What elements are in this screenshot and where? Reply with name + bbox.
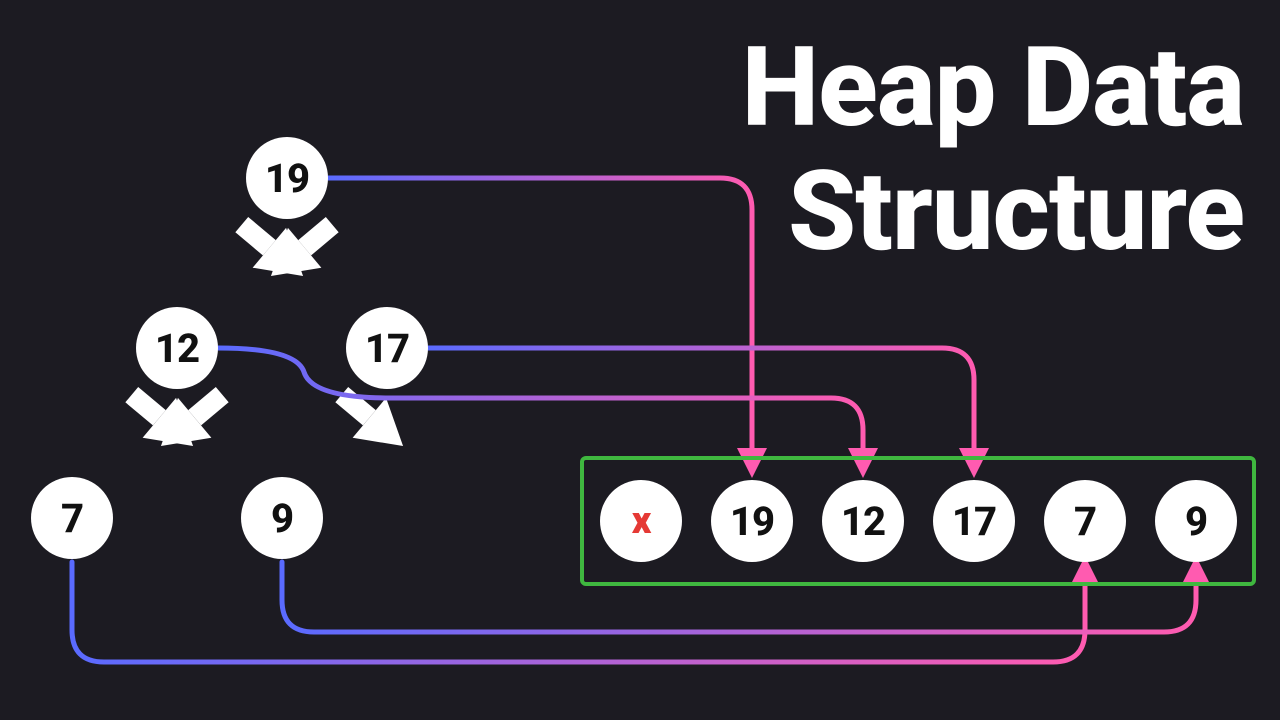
array-cell-1: 19 bbox=[711, 480, 793, 562]
array-cell-0: x bbox=[600, 480, 682, 562]
tree-node-7: 7 bbox=[31, 477, 113, 559]
tree-node-9: 9 bbox=[241, 477, 323, 559]
map-12 bbox=[218, 348, 863, 472]
array-cell-2: 12 bbox=[822, 480, 904, 562]
tree-node-17: 17 bbox=[346, 307, 428, 389]
map-17 bbox=[426, 348, 974, 472]
array-cell-5: 9 bbox=[1155, 480, 1237, 562]
mapping-connectors bbox=[72, 178, 1196, 662]
array-cell-4: 7 bbox=[1044, 480, 1126, 562]
tree-node-12: 12 bbox=[136, 307, 218, 389]
array-cell-3: 17 bbox=[933, 480, 1015, 562]
tree-node-19: 19 bbox=[246, 137, 328, 219]
